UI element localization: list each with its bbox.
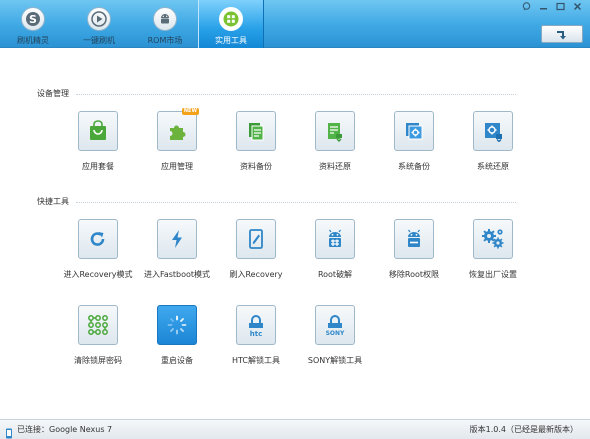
puzzle-icon: NEW [157,108,199,151]
tab-label: 一键刷机 [83,36,115,45]
tool-factory-reset[interactable]: 恢复出厂设置 [453,219,533,280]
htc-lock-icon: htc [236,305,276,345]
divider [76,202,516,203]
section-title-quick-tools: 快捷工具 [37,197,69,206]
system-restore-icon [473,111,513,151]
top-navigation-bar: S 刷机精灵 一键刷机 ROM市场 实用工具 [0,0,590,48]
tool-app-manager[interactable]: NEW 应用管理 [137,108,217,172]
tool-label: 资料还原 [319,162,351,171]
arrow-turn-down-icon [556,25,568,44]
tool-system-restore[interactable]: 系统还原 [453,111,533,172]
tool-label: 系统还原 [477,162,509,171]
tab-flash-wizard[interactable]: S 刷机精灵 [0,0,66,48]
sony-logo-text: SONY [325,330,345,337]
section-title-device-management: 设备管理 [37,89,69,98]
tool-label: SONY解锁工具 [307,356,363,365]
android-root-icon [315,219,355,259]
tab-label: 实用工具 [215,36,247,45]
divider [76,94,516,95]
phone-connected-icon [5,424,13,439]
grid-icon [219,7,243,31]
tool-flash-recovery[interactable]: 刷入Recovery [216,219,296,280]
tool-app-bundle[interactable]: 应用套餐 [58,111,138,172]
tool-label: HTC解锁工具 [231,356,281,365]
tool-root[interactable]: Root破解 [295,219,375,280]
minimize-icon[interactable] [535,2,552,15]
lightning-icon [157,219,197,259]
tab-one-click-flash[interactable]: 一键刷机 [66,0,132,48]
tool-label: 应用管理 [161,162,193,171]
tool-label: 恢复出厂设置 [469,270,517,279]
tool-unroot[interactable]: 移除Root权限 [374,219,454,280]
redirect-button[interactable] [541,25,583,43]
tool-label: Root破解 [317,270,353,279]
new-badge: NEW [181,108,199,115]
tool-label: 清除锁屏密码 [74,356,122,365]
tool-reboot-device[interactable]: 重启设备 [137,305,217,366]
document-restore-icon [315,111,355,151]
svg-text:S: S [29,13,37,26]
tab-label: ROM市场 [147,36,183,45]
play-icon [87,7,111,31]
tool-label: 系统备份 [398,162,430,171]
tool-label: 资料备份 [240,162,272,171]
tool-system-backup[interactable]: 系统备份 [374,111,454,172]
tool-label: 移除Root权限 [388,270,440,279]
close-icon[interactable] [569,2,586,15]
android-unroot-icon [394,219,434,259]
tool-label: 进入Fastboot模式 [143,270,211,279]
tab-label: 刷机精灵 [17,36,49,45]
tool-enter-fastboot[interactable]: 进入Fastboot模式 [137,219,217,280]
maximize-icon[interactable] [552,2,569,15]
tool-data-backup[interactable]: 资料备份 [216,111,296,172]
gears-icon [473,219,513,259]
tablet-edit-icon [236,219,276,259]
document-copy-icon [236,111,276,151]
android-icon [153,7,177,31]
tool-htc-unlock[interactable]: htc HTC解锁工具 [216,305,296,366]
tool-label: 重启设备 [161,356,193,365]
window-controls [518,2,586,15]
feedback-icon[interactable] [518,2,535,15]
reboot-spinner-icon [157,305,197,345]
tool-label: 应用套餐 [82,162,114,171]
tab-utility-tools[interactable]: 实用工具 [198,0,264,48]
pattern-lock-icon [78,305,118,345]
system-backup-icon [394,111,434,151]
sony-lock-icon: SONY [315,305,355,345]
tab-rom-market[interactable]: ROM市场 [132,0,198,48]
tool-clear-lockscreen[interactable]: 清除锁屏密码 [58,305,138,366]
version-status: 版本1.0.4（已经是最新版本） [469,425,578,434]
htc-logo-text: htc [249,330,263,338]
status-bar: 已连接：Google Nexus 7 版本1.0.4（已经是最新版本） [0,419,590,439]
tool-label: 刷入Recovery [229,270,283,279]
tool-data-restore[interactable]: 资料还原 [295,111,375,172]
tool-label: 进入Recovery模式 [63,270,133,279]
shopping-bag-icon [78,111,118,151]
s-logo-icon: S [21,7,45,31]
tool-sony-unlock[interactable]: SONY SONY解锁工具 [295,305,375,366]
connection-status: 已连接：Google Nexus 7 [17,425,113,434]
refresh-icon [78,219,118,259]
tool-enter-recovery[interactable]: 进入Recovery模式 [58,219,138,280]
